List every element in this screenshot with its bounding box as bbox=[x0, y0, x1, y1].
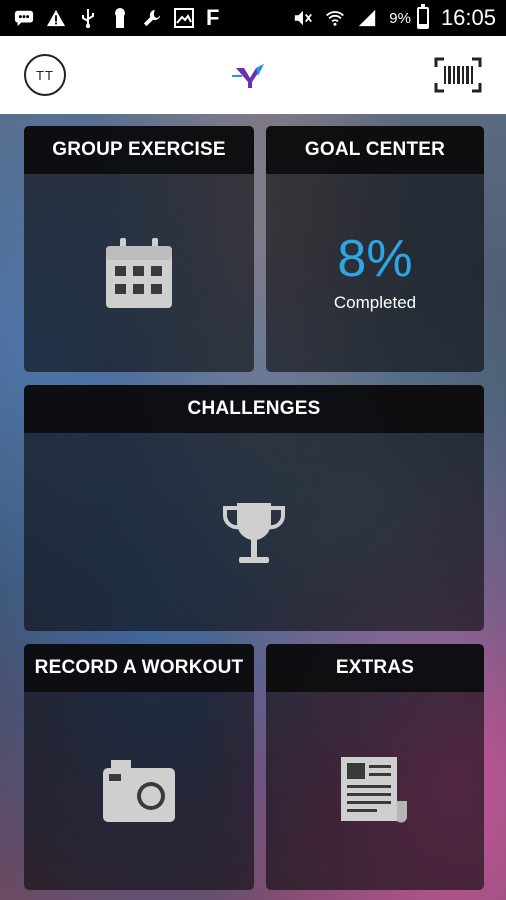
warning-icon bbox=[46, 8, 66, 28]
battery-percent: 9% bbox=[389, 9, 411, 27]
challenges-body bbox=[24, 433, 484, 631]
extras-title: EXTRAS bbox=[266, 644, 484, 692]
record-workout-title: RECORD A WORKOUT bbox=[24, 644, 254, 692]
goal-percent: 8% bbox=[337, 230, 413, 288]
wifi-icon bbox=[325, 8, 345, 28]
mute-icon bbox=[293, 8, 313, 28]
trophy-icon bbox=[222, 503, 286, 563]
camera-icon bbox=[103, 760, 175, 822]
signal-icon bbox=[357, 8, 377, 28]
calendar-icon bbox=[106, 238, 172, 308]
newspaper-icon bbox=[341, 757, 407, 823]
group-exercise-tile[interactable]: GROUP EXERCISE bbox=[24, 126, 254, 372]
record-workout-body bbox=[24, 692, 254, 890]
challenges-title: CHALLENGES bbox=[24, 385, 484, 433]
record-workout-tile[interactable]: RECORD A WORKOUT bbox=[24, 644, 254, 890]
goal-center-tile[interactable]: GOAL CENTER 8% Completed bbox=[266, 126, 484, 372]
status-bar: F 9% 16:05 bbox=[0, 0, 506, 36]
battery-icon bbox=[416, 4, 429, 29]
goal-center-title: GOAL CENTER bbox=[266, 126, 484, 174]
status-time: 16:05 bbox=[440, 5, 496, 30]
f-icon: F bbox=[206, 5, 220, 30]
avatar[interactable]: TT bbox=[24, 54, 66, 96]
extras-tile[interactable]: EXTRAS bbox=[266, 644, 484, 890]
extras-body bbox=[266, 692, 484, 890]
goal-center-body: 8% Completed bbox=[266, 174, 484, 372]
challenges-tile[interactable]: CHALLENGES bbox=[24, 385, 484, 631]
usb-icon bbox=[78, 8, 98, 29]
status-right-icons: 9% 16:05 bbox=[293, 4, 496, 31]
goal-completed-label: Completed bbox=[333, 293, 417, 312]
keyhole-icon bbox=[110, 8, 130, 28]
message-icon bbox=[14, 8, 34, 28]
app-header: TT bbox=[0, 36, 506, 114]
barcode-icon[interactable] bbox=[434, 57, 482, 93]
group-exercise-title: GROUP EXERCISE bbox=[24, 126, 254, 174]
wrench-icon bbox=[142, 8, 162, 28]
group-exercise-body bbox=[24, 174, 254, 372]
status-left-icons: F bbox=[14, 5, 219, 31]
image-icon bbox=[174, 8, 194, 28]
dashboard-content: GROUP EXERCISE GOAL CENTER 8% Completed … bbox=[0, 114, 506, 900]
ymca-logo bbox=[232, 64, 264, 88]
